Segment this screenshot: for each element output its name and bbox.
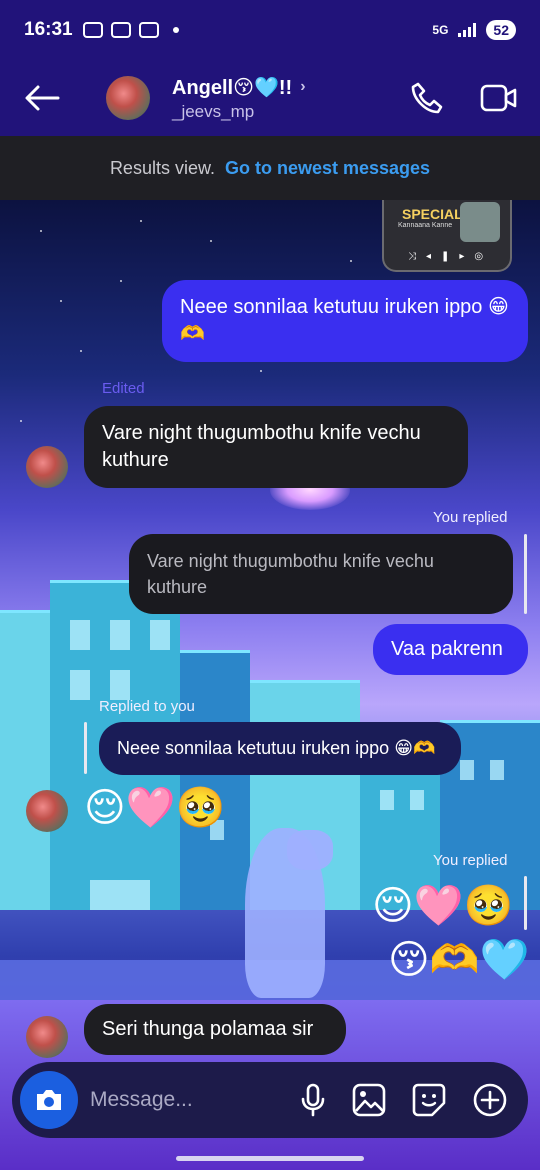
sender-avatar[interactable] [26, 790, 68, 832]
sender-avatar[interactable] [26, 1016, 68, 1058]
you-replied-label: You replied [433, 852, 508, 869]
signal-icon [458, 23, 477, 37]
chat-header: Angell😚🩵!! › _jeevs_mp [0, 60, 540, 136]
received-emoji-message[interactable]: 😌🩷🥹 [84, 786, 225, 830]
instagram-icon [138, 22, 159, 38]
microphone-icon[interactable] [300, 1083, 326, 1117]
status-time: 16:31 [24, 19, 73, 40]
phone-icon[interactable] [410, 81, 444, 115]
scan-icon [110, 22, 131, 38]
quoted-emoji-message[interactable]: 😌🩷🥹 [372, 884, 513, 928]
music-title: SPECIAL [402, 206, 463, 222]
replied-to-you-label: Replied to you [99, 698, 195, 715]
sent-emoji-message[interactable]: 😚🫶🩵 [388, 938, 529, 982]
results-view-label: Results view. [109, 157, 215, 178]
you-replied-label: You replied [433, 509, 508, 526]
quoted-message[interactable]: Vare night thugumbothu knife vechu kuthu… [129, 534, 513, 614]
message-input[interactable] [90, 1088, 280, 1112]
contact-username: _jeevs_mp [172, 101, 255, 121]
network-label: 5G [432, 23, 449, 37]
reply-indicator-bar [84, 722, 87, 774]
chevron-right-icon: › [300, 78, 306, 95]
reply-indicator-bar [524, 876, 527, 930]
shared-music-card[interactable]: SPECIAL Kannaana Kanne ⤨◂❚▸◎ [382, 200, 512, 272]
album-art [460, 202, 500, 242]
contact-name: Angell😚🩵!! [172, 76, 293, 99]
image-icon[interactable] [352, 1083, 386, 1117]
message-composer [12, 1062, 528, 1138]
music-controls: ⤨◂❚▸◎ [408, 251, 494, 262]
back-arrow-icon [25, 85, 60, 111]
contact-avatar[interactable] [106, 76, 150, 120]
notification-dot-icon [172, 27, 179, 33]
youtube-icon [82, 22, 103, 38]
status-bar: 16:31 5G 52 [0, 0, 540, 60]
received-message[interactable]: Seri thunga polamaa sir [84, 1004, 346, 1055]
back-button[interactable] [22, 78, 62, 118]
sender-avatar[interactable] [26, 446, 68, 488]
plus-circle-icon[interactable] [472, 1082, 508, 1118]
edited-label: Edited [102, 380, 145, 397]
sent-message[interactable]: Neee sonnilaa ketutuu iruken ippo 😁🫶 [162, 280, 528, 362]
video-camera-icon[interactable] [480, 83, 518, 113]
camera-button[interactable] [20, 1071, 78, 1129]
home-indicator[interactable] [176, 1156, 364, 1161]
results-view-banner: Results view. Go to newest messages [0, 136, 540, 200]
sent-message[interactable]: Vaa pakrenn [373, 624, 528, 675]
contact-info[interactable]: Angell😚🩵!! › _jeevs_mp [172, 75, 306, 122]
quoted-message[interactable]: Neee sonnilaa ketutuu iruken ippo 😁🫶 [99, 722, 461, 775]
go-to-newest-link[interactable]: Go to newest messages [225, 158, 430, 179]
camera-icon [37, 1090, 61, 1110]
sticker-icon[interactable] [412, 1083, 446, 1117]
reply-indicator-bar [524, 534, 527, 614]
received-message[interactable]: Vare night thugumbothu knife vechu kuthu… [84, 406, 468, 488]
music-artist: Kannaana Kanne [398, 222, 453, 229]
battery-indicator: 52 [486, 20, 516, 40]
